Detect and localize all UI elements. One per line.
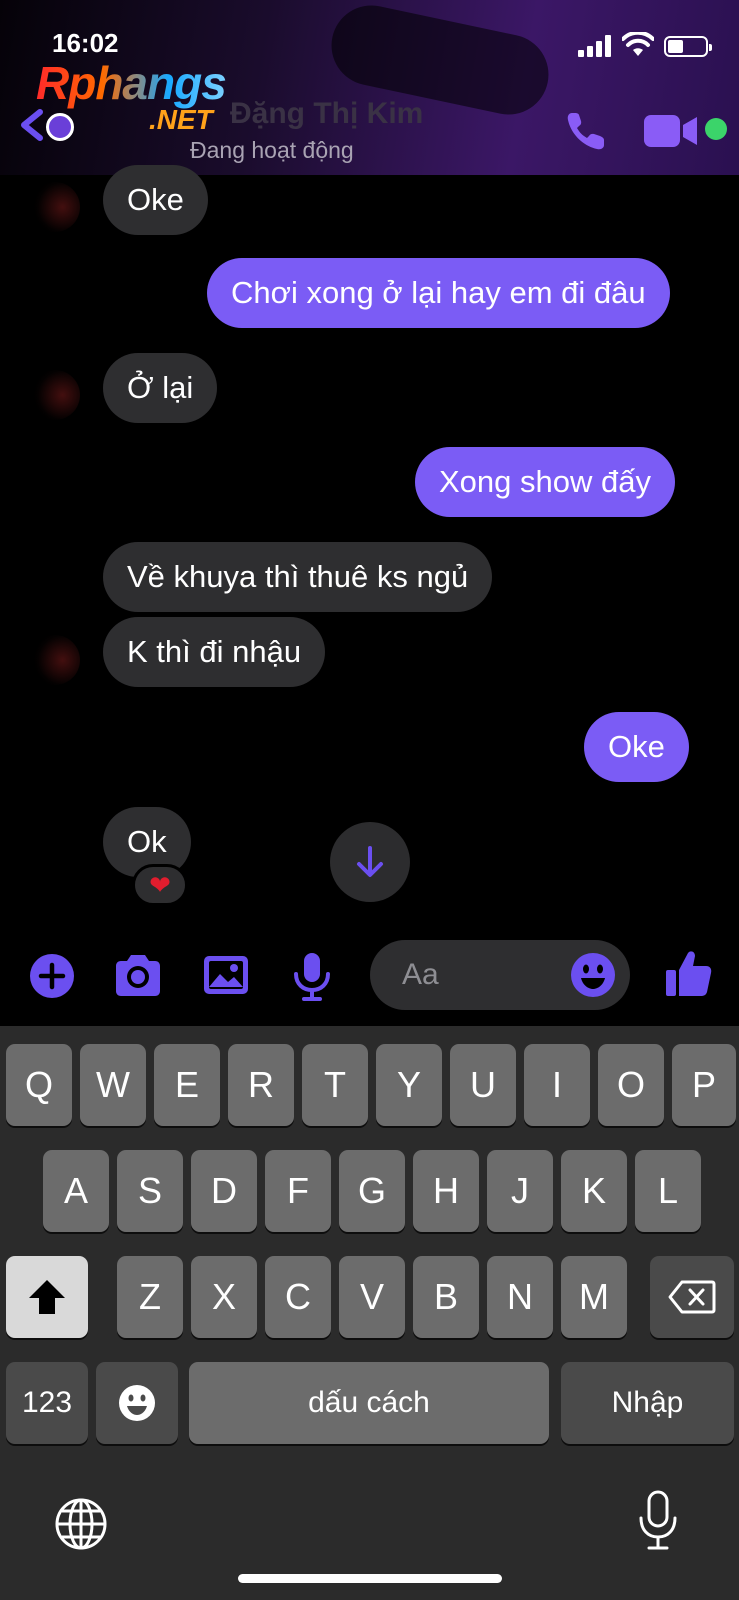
key-x[interactable]: X: [191, 1256, 257, 1338]
message-bubble-incoming[interactable]: Ở lại: [103, 353, 218, 423]
message-bubble-incoming[interactable]: Về khuya thì thuê ks ngủ: [103, 542, 493, 612]
key-k[interactable]: K: [561, 1150, 627, 1232]
watermark-sub-text: .NET: [149, 104, 213, 135]
message-bubble-incoming[interactable]: Oke: [103, 165, 208, 235]
message-input-placeholder: Aa: [402, 958, 439, 991]
key-s[interactable]: S: [117, 1150, 183, 1232]
key-l[interactable]: L: [635, 1150, 701, 1232]
scroll-to-bottom-button[interactable]: [330, 822, 410, 902]
numbers-key[interactable]: 123: [6, 1362, 88, 1444]
message-bubble-outgoing[interactable]: Chơi xong ở lại hay em đi đâu: [207, 258, 670, 328]
dictation-microphone-icon[interactable]: [638, 1490, 678, 1552]
key-w[interactable]: W: [80, 1044, 146, 1126]
shift-key[interactable]: [6, 1256, 88, 1338]
globe-icon[interactable]: [54, 1497, 108, 1551]
key-y[interactable]: Y: [376, 1044, 442, 1126]
cellular-signal-icon: [578, 35, 612, 57]
key-e[interactable]: E: [154, 1044, 220, 1126]
thumbs-up-icon[interactable]: [662, 948, 714, 1000]
message-input[interactable]: Aa: [370, 940, 630, 1010]
key-t[interactable]: T: [302, 1044, 368, 1126]
key-u[interactable]: U: [450, 1044, 516, 1126]
contact-avatar-faded: [30, 370, 80, 420]
watermark-logo: Rphangs .NET: [36, 56, 262, 144]
shift-icon: [29, 1280, 65, 1314]
key-h[interactable]: H: [413, 1150, 479, 1232]
video-camera-icon[interactable]: [643, 111, 701, 151]
message-bubble-outgoing[interactable]: Xong show đấy: [415, 447, 675, 517]
arrow-down-icon: [357, 846, 383, 877]
online-status-dot: [705, 118, 727, 140]
key-b[interactable]: B: [413, 1256, 479, 1338]
wifi-icon: [622, 32, 654, 56]
key-q[interactable]: Q: [6, 1044, 72, 1126]
key-r[interactable]: R: [228, 1044, 294, 1126]
plus-icon[interactable]: [26, 950, 78, 1002]
microphone-icon[interactable]: [286, 950, 338, 1002]
key-f[interactable]: F: [265, 1150, 331, 1232]
key-p[interactable]: P: [672, 1044, 736, 1126]
contact-avatar-faded: [30, 182, 80, 232]
message-bubble-incoming[interactable]: K thì đi nhậu: [103, 617, 326, 687]
contact-avatar-faded: [30, 635, 80, 685]
delete-icon: [668, 1280, 716, 1314]
key-d[interactable]: D: [191, 1150, 257, 1232]
smiley-icon: [119, 1385, 155, 1421]
image-icon[interactable]: [200, 950, 252, 1002]
watermark-main-text: Rphangs: [36, 57, 227, 109]
key-z[interactable]: Z: [117, 1256, 183, 1338]
delete-key[interactable]: [650, 1256, 734, 1338]
key-g[interactable]: G: [339, 1150, 405, 1232]
home-indicator: [238, 1574, 502, 1583]
smiley-icon[interactable]: [570, 952, 616, 998]
key-a[interactable]: A: [43, 1150, 109, 1232]
phone-icon[interactable]: [563, 108, 609, 154]
key-o[interactable]: O: [598, 1044, 664, 1126]
message-bubble-outgoing[interactable]: Oke: [584, 712, 689, 782]
return-key[interactable]: Nhập: [561, 1362, 734, 1444]
camera-icon[interactable]: [112, 950, 164, 1002]
key-v[interactable]: V: [339, 1256, 405, 1338]
key-c[interactable]: C: [265, 1256, 331, 1338]
key-i[interactable]: I: [524, 1044, 590, 1126]
key-n[interactable]: N: [487, 1256, 553, 1338]
status-time: 16:02: [52, 28, 119, 58]
key-j[interactable]: J: [487, 1150, 553, 1232]
space-key[interactable]: dấu cách: [189, 1362, 549, 1444]
key-m[interactable]: M: [561, 1256, 627, 1338]
heart-reaction[interactable]: ❤: [132, 864, 188, 906]
battery-icon: [664, 36, 712, 57]
emoji-key[interactable]: [96, 1362, 178, 1444]
